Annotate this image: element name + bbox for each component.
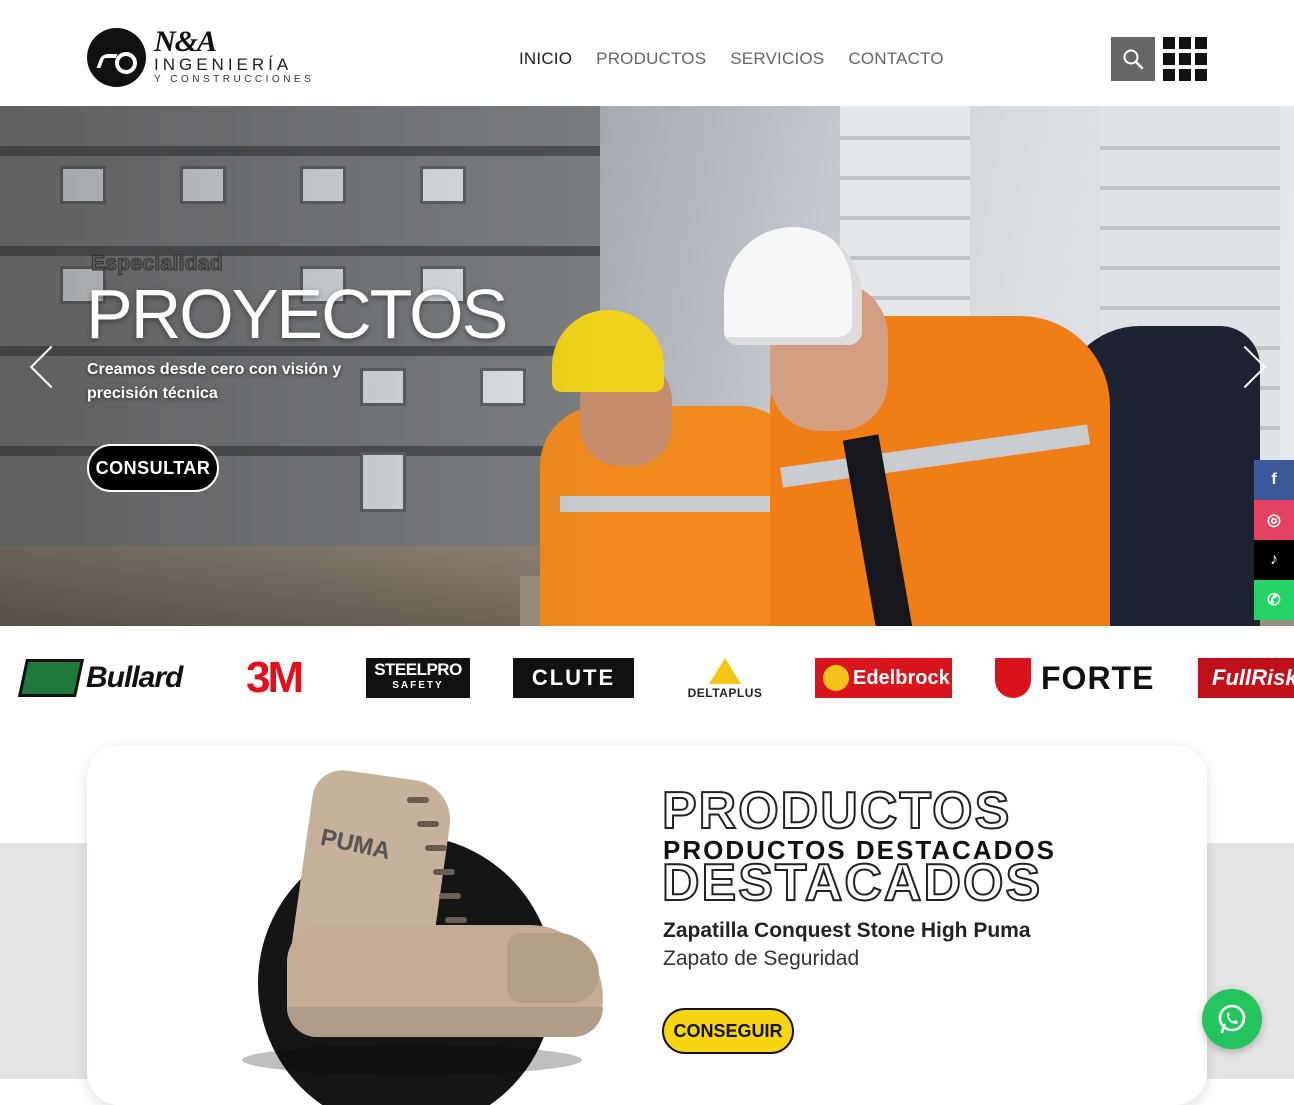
bullard-logo-icon — [17, 659, 85, 697]
site-header: N&A INGENIERÍA Y CONSTRUCCIONES INICIO P… — [0, 0, 1294, 106]
brand-logo-forte[interactable]: FORTE — [995, 658, 1154, 698]
brand-label: FORTE — [1041, 659, 1155, 696]
logo-line2: Y CONSTRUCCIONES — [154, 74, 315, 85]
brand-logo-3m[interactable]: 3M — [246, 653, 304, 702]
brand-logo-fullrisk[interactable]: FullRisk — [1198, 658, 1294, 698]
brand-logo-clute[interactable]: CLUTE — [513, 658, 634, 698]
brand-logo-deltaplus[interactable]: DELTAPLUS — [677, 658, 773, 700]
featured-outline-top: PRODUCTOS — [661, 782, 1012, 840]
whatsapp-float-button[interactable] — [1202, 989, 1262, 1049]
grid-menu-icon — [1195, 53, 1207, 65]
brand-logo-steelpro[interactable]: STEELPRO SAFETY — [366, 658, 470, 698]
social-rail: f ◎ ♪ ✆ — [1254, 460, 1294, 620]
nav-servicios[interactable]: SERVICIOS — [730, 49, 824, 69]
whatsapp-icon[interactable]: ✆ — [1254, 580, 1294, 620]
grid-menu-icon — [1163, 53, 1175, 65]
grid-menu-icon — [1179, 37, 1191, 49]
product-name: Zapatilla Conquest Stone High Puma — [663, 919, 1031, 942]
featured-product-card: PUMA PRODUCTOS PRODUCTOS DESTACADOS DEST… — [87, 745, 1207, 1105]
brand-logo-edelbrock[interactable]: Edelbrock — [815, 658, 952, 698]
forte-shield-icon — [995, 658, 1031, 698]
instagram-icon[interactable]: ◎ — [1254, 500, 1294, 540]
tiktok-icon[interactable]: ♪ — [1254, 540, 1294, 580]
product-image — [287, 1007, 603, 1037]
grid-menu-icon — [1163, 69, 1175, 81]
delta-triangle-icon — [709, 658, 741, 684]
hero-title: PROYECTOS — [86, 275, 508, 353]
facebook-icon[interactable]: f — [1254, 460, 1294, 500]
grid-menu-button[interactable] — [1163, 37, 1207, 81]
whatsapp-icon — [1218, 1004, 1246, 1034]
grid-menu-icon — [1195, 69, 1207, 81]
brand-label: Bullard — [86, 661, 183, 694]
hero-eyebrow: Especialidad — [91, 252, 224, 276]
grid-menu-icon — [1179, 69, 1191, 81]
edelbrock-eagle-icon — [823, 665, 849, 691]
featured-outline-bottom: DESTACADOS — [661, 854, 1043, 912]
search-icon — [1123, 49, 1144, 70]
logo-mark-icon — [87, 28, 146, 87]
hero-slider: Especialidad PROYECTOS Creamos desde cer… — [0, 106, 1294, 626]
grid-menu-icon — [1195, 37, 1207, 49]
nav-productos[interactable]: PRODUCTOS — [596, 49, 706, 69]
logo-name: N&A — [154, 25, 217, 58]
product-category: Zapato de Seguridad — [663, 947, 860, 970]
search-button[interactable] — [1111, 37, 1155, 81]
nav-contacto[interactable]: CONTACTO — [848, 49, 943, 69]
grid-menu-icon — [1179, 53, 1191, 65]
product-image — [507, 933, 599, 1003]
brand-sublabel: SAFETY — [392, 680, 444, 691]
conseguir-button[interactable]: CONSEGUIR — [662, 1008, 794, 1054]
main-nav: INICIO PRODUCTOS SERVICIOS CONTACTO — [519, 49, 944, 69]
brand-strip: Bullard 3M STEELPRO SAFETY CLUTE DELTAPL… — [0, 626, 1294, 744]
site-logo[interactable]: N&A INGENIERÍA Y CONSTRUCCIONES — [87, 25, 315, 87]
brand-label: STEELPRO — [374, 660, 462, 679]
brand-logo-bullard[interactable]: Bullard — [17, 658, 183, 698]
grid-menu-icon — [1163, 37, 1175, 49]
logo-text: N&A INGENIERÍA Y CONSTRUCCIONES — [154, 25, 315, 86]
logo-line1: INGENIERÍA — [154, 55, 293, 74]
consultar-button[interactable]: CONSULTAR — [87, 444, 219, 492]
brand-label: DELTAPLUS — [687, 686, 763, 700]
brand-label: Edelbrock — [853, 666, 950, 689]
nav-inicio[interactable]: INICIO — [519, 49, 572, 69]
hero-subtitle: Creamos desde cero con visión y precisió… — [87, 361, 342, 402]
